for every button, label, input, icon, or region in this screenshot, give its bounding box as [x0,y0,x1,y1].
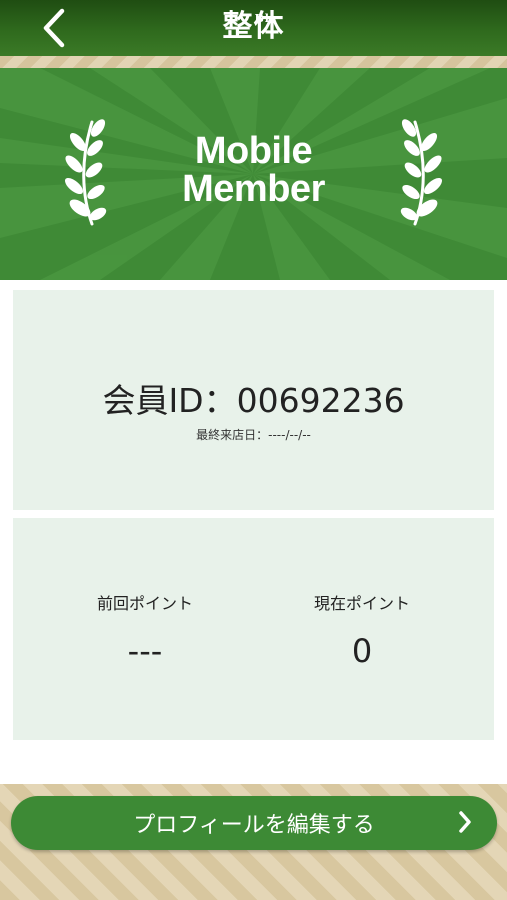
chevron-left-icon [43,8,65,48]
top-bar: Bh 整体 [0,0,507,56]
current-points: 現在ポイント 0 [262,590,462,670]
laurel-right-icon [400,119,443,226]
member-banner: Mobile Member [0,68,507,280]
back-button[interactable] [32,6,76,50]
last-visit: 最終来店日：----/--/-- [13,426,494,443]
edit-profile-label: プロフィールを編集する [133,813,375,838]
chevron-right-icon [459,811,471,833]
member-id-card: 会員ID：00692236 最終来店日：----/--/-- [13,290,494,510]
logo-superscript: Bh [254,12,274,25]
member-id-value: 00692236 [236,381,405,420]
previous-points-value: --- [127,632,163,670]
last-visit-value: ----/--/-- [268,428,311,442]
previous-points: 前回ポイント --- [45,590,245,670]
logo-text: 整体 [222,9,285,44]
current-points-label: 現在ポイント [313,594,410,613]
edit-profile-button[interactable]: プロフィールを編集する [11,796,497,850]
member-id-label: 会員ID： [102,381,237,420]
decorative-strip [0,56,507,68]
app-logo: Bh 整体 [223,10,285,44]
last-visit-label: 最終来店日： [196,428,269,442]
current-points-value: 0 [351,632,373,670]
previous-points-label: 前回ポイント [96,594,193,613]
member-id: 会員ID：00692236 [13,374,494,422]
points-card: 前回ポイント --- 現在ポイント 0 [13,518,494,740]
